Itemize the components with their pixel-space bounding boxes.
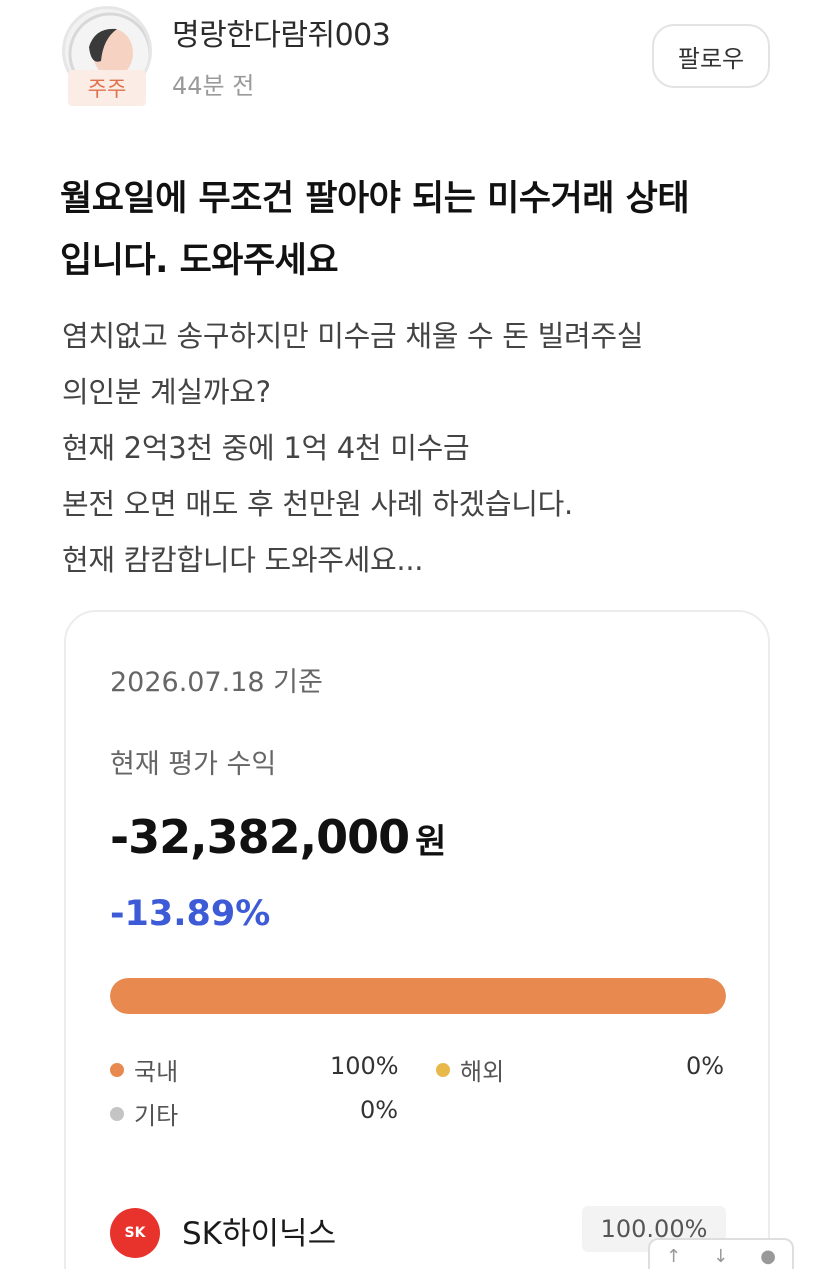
post-body-line: 본전 오면 매도 후 천만원 사례 하겠습니다. bbox=[62, 487, 573, 521]
author-name[interactable]: 명랑한다람쥐003 bbox=[172, 10, 391, 54]
legend-dot-icon bbox=[110, 1106, 124, 1121]
post-title-line: 월요일에 무조건 팔아야 되는 미수거래 상태 bbox=[60, 179, 690, 219]
holding-name[interactable]: SK하이닉스 bbox=[182, 1208, 336, 1253]
legend-domestic: 국내 bbox=[110, 1052, 178, 1087]
legend-dot-icon bbox=[110, 1062, 124, 1077]
allocation-bar-fill-domestic bbox=[110, 978, 726, 1014]
legend-overseas: 해외 bbox=[436, 1052, 504, 1087]
sk-hynix-logo: SK bbox=[110, 1208, 160, 1258]
post-body-line: 현재 2억3천 중에 1억 4천 미수금 bbox=[62, 431, 470, 465]
arrow-down-icon[interactable]: ↓ bbox=[713, 1246, 728, 1267]
legend-label: 기타 bbox=[134, 1102, 179, 1130]
legend-other: 기타 bbox=[110, 1096, 178, 1131]
post-body-line: 염치없고 송구하지만 미수금 채울 수 돈 빌려주실 bbox=[62, 319, 644, 353]
arrow-up-icon[interactable]: ↑ bbox=[666, 1246, 681, 1267]
comment-icon[interactable]: ● bbox=[760, 1246, 776, 1267]
shareholder-badge: 주주 bbox=[68, 70, 146, 106]
legend-dot-icon bbox=[436, 1062, 450, 1077]
post-body-line: 의인분 계실까요? bbox=[62, 375, 271, 409]
post-body-line: 현재 캄캄합니다 도와주세요... bbox=[62, 543, 424, 577]
allocation-bar bbox=[110, 978, 726, 1014]
legend-value: 100% bbox=[330, 1052, 399, 1080]
post-title: 월요일에 무조건 팔아야 되는 미수거래 상태 입니다. 도와주세요 bbox=[60, 168, 790, 292]
portfolio-date: 2026.07.18 기준 bbox=[110, 667, 323, 698]
profit-amount-value: -32,382,000 bbox=[110, 810, 410, 864]
legend-label: 국내 bbox=[134, 1058, 179, 1086]
follow-button[interactable]: 팔로우 bbox=[652, 24, 770, 88]
post-time: 44분 전 bbox=[172, 72, 255, 100]
portfolio-card[interactable]: 2026.07.18 기준 현재 평가 수익 -32,382,000 원 -13.… bbox=[64, 610, 770, 1269]
post-title-line: 입니다. 도와주세요 bbox=[60, 241, 339, 281]
post-header: 주주 명랑한다람쥐003 44분 전 팔로우 bbox=[0, 0, 835, 120]
legend-label: 해외 bbox=[460, 1058, 505, 1086]
post-body: 염치없고 송구하지만 미수금 채울 수 돈 빌려주실 의인분 계실까요? 현재 … bbox=[62, 308, 792, 588]
profit-percent: -13.89% bbox=[110, 894, 271, 934]
legend-value: 0% bbox=[360, 1096, 399, 1124]
scroll-controls: ↑ ↓ ● bbox=[648, 1238, 794, 1269]
profit-amount-unit: 원 bbox=[415, 822, 446, 862]
profit-amount: -32,382,000 원 bbox=[110, 810, 446, 864]
eval-label: 현재 평가 수익 bbox=[110, 749, 277, 780]
legend-value: 0% bbox=[686, 1052, 725, 1080]
